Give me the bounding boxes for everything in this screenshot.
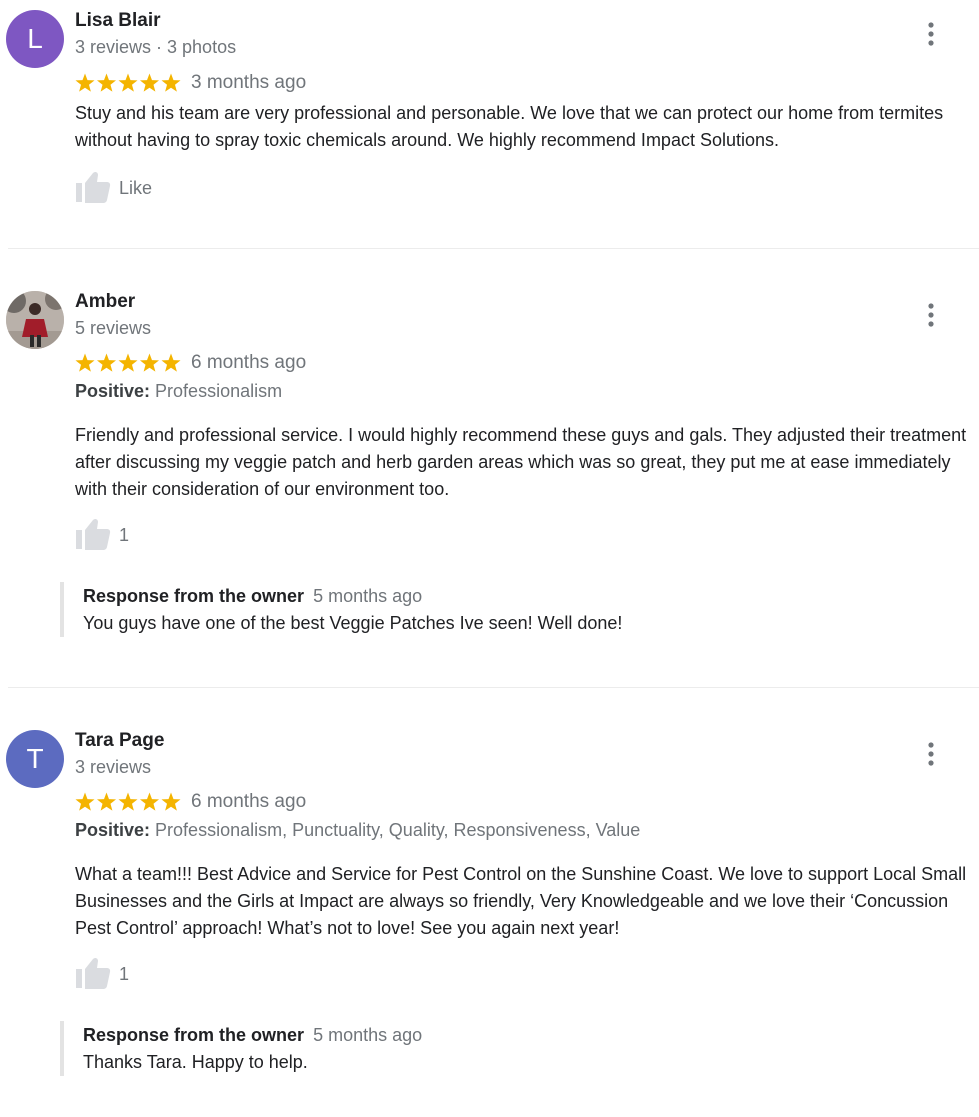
owner-response-text: Thanks Tara. Happy to help.	[83, 1052, 308, 1072]
review-time: 6 months ago	[191, 352, 307, 373]
star-icon	[161, 792, 181, 811]
review-card: L Lisa Blair 3 reviews · 3 photos 3 mont…	[0, 0, 979, 249]
positive-value: Professionalism, Punctuality, Quality, R…	[155, 820, 641, 840]
star-icon	[139, 353, 160, 372]
avatar[interactable]: L	[6, 10, 64, 68]
positive-attributes: Positive: Professionalism	[75, 381, 282, 402]
star-icon	[139, 73, 160, 92]
star-icon	[139, 792, 160, 811]
owner-response-header: Response from the owner 5 months ago	[83, 582, 960, 610]
review-text: Stuy and his team are very professional …	[75, 103, 944, 150]
star-icon	[75, 73, 95, 92]
avatar-photo	[6, 291, 64, 349]
owner-response-text: You guys have one of the best Veggie Pat…	[83, 613, 623, 633]
avatar-initial: T	[26, 743, 44, 774]
positive-label: Positive:	[75, 381, 151, 401]
owner-response-label: Response from the owner	[83, 1025, 305, 1045]
reviewer-name[interactable]: Lisa Blair	[75, 10, 161, 32]
avatar-initial: L	[27, 23, 43, 54]
star-rating	[75, 73, 181, 92]
rating-row: 6 months ago	[75, 352, 306, 374]
like-button[interactable]: 1	[75, 957, 129, 991]
avatar[interactable]: T	[6, 730, 64, 788]
like-label: Like	[119, 177, 153, 198]
star-icon	[118, 792, 138, 811]
review-time: 3 months ago	[191, 72, 307, 93]
star-icon	[96, 73, 117, 92]
more-vert-icon[interactable]	[918, 19, 944, 49]
star-icon	[161, 353, 181, 372]
star-icon	[75, 792, 95, 811]
owner-response-time: 5 months ago	[313, 1025, 423, 1045]
positive-value: Professionalism	[155, 381, 283, 401]
positive-attributes: Positive: Professionalism, Punctuality, …	[75, 820, 640, 841]
rating-row: 3 months ago	[75, 72, 306, 94]
star-icon	[75, 353, 95, 372]
star-icon	[96, 792, 117, 811]
like-count: 1	[119, 963, 130, 984]
star-icon	[118, 73, 138, 92]
star-rating	[75, 792, 181, 811]
star-icon	[96, 353, 117, 372]
thumb-up-icon	[76, 518, 111, 550]
owner-response-header: Response from the owner 5 months ago	[83, 1021, 960, 1049]
review-text: Friendly and professional service. I wou…	[75, 425, 967, 499]
reviewer-meta[interactable]: 3 reviews · 3 photos	[75, 37, 236, 58]
review-text: What a team!!! Best Advice and Service f…	[75, 864, 967, 938]
review-time: 6 months ago	[191, 791, 307, 812]
more-vert-icon[interactable]	[918, 739, 944, 769]
star-rating	[75, 353, 181, 372]
thumb-up-icon	[76, 171, 111, 203]
like-button[interactable]: Like	[75, 171, 152, 205]
avatar[interactable]	[6, 291, 64, 349]
reviewer-name[interactable]: Tara Page	[75, 730, 164, 752]
owner-response: Response from the owner 5 months ago Tha…	[60, 1021, 960, 1076]
owner-response: Response from the owner 5 months ago You…	[60, 582, 960, 637]
like-button[interactable]: 1	[75, 518, 129, 552]
more-vert-icon[interactable]	[918, 300, 944, 330]
review-card: T Tara Page 3 reviews 6 months ago Posit…	[0, 688, 979, 1117]
star-icon	[118, 353, 138, 372]
reviewer-meta[interactable]: 3 reviews	[75, 757, 151, 778]
reviewer-meta[interactable]: 5 reviews	[75, 318, 151, 339]
owner-response-label: Response from the owner	[83, 586, 305, 606]
rating-row: 6 months ago	[75, 791, 306, 813]
positive-label: Positive:	[75, 820, 151, 840]
star-icon	[161, 73, 181, 92]
owner-response-time: 5 months ago	[313, 586, 423, 606]
reviewer-name[interactable]: Amber	[75, 291, 135, 313]
review-card: Amber 5 reviews 6 months ago Positive: P…	[0, 249, 979, 688]
thumb-up-icon	[76, 957, 111, 989]
like-count: 1	[119, 524, 130, 545]
